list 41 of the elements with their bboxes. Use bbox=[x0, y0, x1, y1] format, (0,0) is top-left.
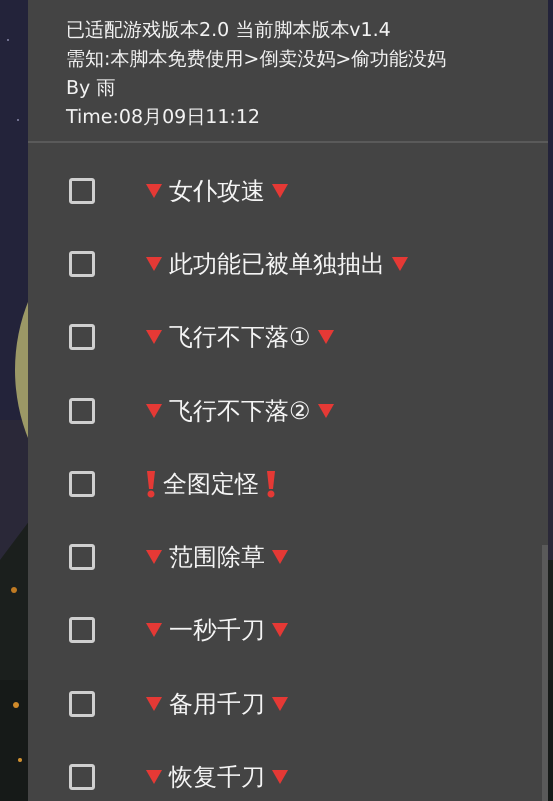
option-label: 一秒千刀 bbox=[169, 615, 265, 646]
checkbox[interactable] bbox=[69, 690, 95, 717]
triangle-icon bbox=[271, 182, 289, 199]
triangle-icon bbox=[145, 329, 163, 346]
exclamation-icon bbox=[145, 470, 157, 498]
triangle-icon bbox=[145, 549, 163, 566]
triangle-icon bbox=[145, 696, 163, 712]
checkbox[interactable] bbox=[69, 398, 95, 424]
triangle-icon bbox=[145, 622, 163, 638]
triangle-icon bbox=[271, 696, 289, 712]
checkbox[interactable] bbox=[69, 250, 95, 277]
option-label: 飞行不下落① bbox=[169, 322, 311, 354]
option-label: 全图定怪 bbox=[163, 468, 259, 500]
checkbox[interactable] bbox=[69, 470, 95, 497]
checkbox[interactable] bbox=[69, 764, 95, 790]
triangle-icon bbox=[391, 256, 409, 272]
info-text: By 雨 bbox=[66, 76, 116, 101]
option-label: 此功能已被单独抽出 bbox=[169, 248, 385, 280]
triangle-icon bbox=[316, 402, 335, 419]
info-text: 已适配游戏版本2.0 当前脚本版本v1.4 bbox=[66, 18, 392, 43]
triangle-icon bbox=[145, 402, 163, 419]
info-text: 需知:本脚本免费使用>倒卖没妈>偷功能没妈 bbox=[66, 47, 448, 72]
triangle-icon bbox=[145, 182, 163, 199]
checkbox[interactable] bbox=[69, 544, 95, 570]
option-label: 女仆攻速 bbox=[169, 176, 265, 207]
option-label: 范围除草 bbox=[169, 542, 265, 574]
info-text: Time:08月09日11:12 bbox=[66, 105, 262, 130]
triangle-icon bbox=[316, 329, 335, 346]
option-label: 备用千刀 bbox=[169, 688, 265, 720]
exclamation-icon bbox=[265, 470, 277, 498]
triangle-icon bbox=[145, 256, 163, 272]
option-label: 飞行不下落② bbox=[169, 396, 311, 427]
triangle-icon bbox=[271, 769, 289, 786]
triangle-icon bbox=[145, 769, 163, 786]
checkbox[interactable] bbox=[69, 178, 95, 204]
scrollbar[interactable] bbox=[542, 545, 548, 801]
triangle-icon bbox=[271, 549, 289, 566]
checkbox[interactable] bbox=[69, 324, 95, 350]
option-label: 恢复千刀 bbox=[169, 762, 265, 794]
triangle-icon bbox=[271, 622, 289, 638]
checkbox[interactable] bbox=[69, 617, 95, 644]
